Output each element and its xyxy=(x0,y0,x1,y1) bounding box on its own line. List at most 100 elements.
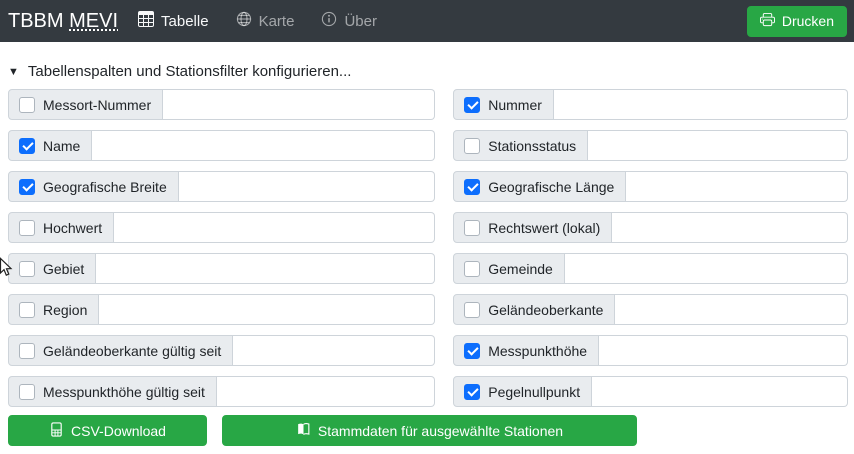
filter-addon-gelaendeoberkante-gueltig-seit[interactable]: Geländeoberkante gültig seit xyxy=(8,335,233,366)
config-section-toggle[interactable]: ▼ Tabellenspalten und Stationsfilter kon… xyxy=(8,63,351,80)
filter-addon-messort-nummer[interactable]: Messort-Nummer xyxy=(8,89,163,120)
filter-label-pegelnullpunkt: Pegelnullpunkt xyxy=(488,384,580,400)
filter-group-gelaendeoberkante: Geländeoberkante xyxy=(453,294,848,325)
filter-addon-gemeinde[interactable]: Gemeinde xyxy=(453,253,565,284)
filter-input-name[interactable] xyxy=(92,130,435,161)
filter-addon-nummer[interactable]: Nummer xyxy=(453,89,554,120)
filter-input-rechtswert-lokal[interactable] xyxy=(612,212,848,243)
filter-label-messpunkthoehe-gueltig-seit: Messpunkthöhe gültig seit xyxy=(43,384,205,400)
filter-group-gelaendeoberkante-gueltig-seit: Geländeoberkante gültig seit xyxy=(8,335,435,366)
checkbox-pegelnullpunkt[interactable] xyxy=(464,384,480,400)
filter-label-name: Name xyxy=(43,138,80,154)
checkbox-stationsstatus[interactable] xyxy=(464,138,480,154)
filter-group-rechtswert-lokal: Rechtswert (lokal) xyxy=(453,212,848,243)
checkbox-region[interactable] xyxy=(19,302,35,318)
filter-addon-geografische-breite[interactable]: Geografische Breite xyxy=(8,171,179,202)
checkbox-gelaendeoberkante[interactable] xyxy=(464,302,480,318)
filter-group-messort-nummer: Messort-Nummer xyxy=(8,89,435,120)
filter-input-region[interactable] xyxy=(99,294,435,325)
filter-group-pegelnullpunkt: Pegelnullpunkt xyxy=(453,376,848,407)
checkbox-rechtswert-lokal[interactable] xyxy=(464,220,480,236)
filter-label-stationsstatus: Stationsstatus xyxy=(488,138,576,154)
filter-input-pegelnullpunkt[interactable] xyxy=(592,376,848,407)
file-spreadsheet-icon xyxy=(49,422,64,440)
tab-ueber[interactable]: Über xyxy=(321,11,377,31)
filter-input-gelaendeoberkante-gueltig-seit[interactable] xyxy=(233,335,435,366)
checkbox-geografische-laenge[interactable] xyxy=(464,179,480,195)
filter-addon-pegelnullpunkt[interactable]: Pegelnullpunkt xyxy=(453,376,592,407)
print-button[interactable]: Drucken xyxy=(747,6,847,37)
checkbox-messpunkthoehe-gueltig-seit[interactable] xyxy=(19,384,35,400)
tab-ueber-label: Über xyxy=(344,13,377,30)
tab-karte[interactable]: Karte xyxy=(236,11,295,31)
checkbox-gemeinde[interactable] xyxy=(464,261,480,277)
filter-group-messpunkthoehe-gueltig-seit: Messpunkthöhe gültig seit xyxy=(8,376,435,407)
checkbox-hochwert[interactable] xyxy=(19,220,35,236)
checkbox-messpunkthoehe[interactable] xyxy=(464,343,480,359)
printer-icon xyxy=(760,12,775,30)
brand-prefix: TBBM xyxy=(8,10,64,32)
filter-label-messpunkthoehe: Messpunkthöhe xyxy=(488,343,587,359)
info-icon xyxy=(321,11,337,31)
filter-addon-gelaendeoberkante[interactable]: Geländeoberkante xyxy=(453,294,615,325)
filter-label-region: Region xyxy=(43,302,87,318)
filter-addon-messpunkthoehe-gueltig-seit[interactable]: Messpunkthöhe gültig seit xyxy=(8,376,217,407)
app-brand: TBBM MEVI xyxy=(8,10,118,33)
filter-addon-name[interactable]: Name xyxy=(8,130,92,161)
filter-input-geografische-breite[interactable] xyxy=(179,171,436,202)
filter-addon-geografische-laenge[interactable]: Geografische Länge xyxy=(453,171,626,202)
filter-addon-messpunkthoehe[interactable]: Messpunkthöhe xyxy=(453,335,599,366)
filter-label-gelaendeoberkante-gueltig-seit: Geländeoberkante gültig seit xyxy=(43,343,221,359)
tab-tabelle[interactable]: Tabelle xyxy=(138,11,209,31)
filter-label-geografische-laenge: Geografische Länge xyxy=(488,179,614,195)
filter-addon-hochwert[interactable]: Hochwert xyxy=(8,212,114,243)
csv-download-button[interactable]: CSV-Download xyxy=(8,415,207,446)
filter-group-region: Region xyxy=(8,294,435,325)
filter-input-gemeinde[interactable] xyxy=(565,253,848,284)
checkbox-gebiet[interactable] xyxy=(19,261,35,277)
filters-grid: Messort-Nummer Nummer Name Stationsstatu… xyxy=(8,89,848,407)
filter-label-rechtswert-lokal: Rechtswert (lokal) xyxy=(488,220,600,236)
filter-label-gemeinde: Gemeinde xyxy=(488,261,553,277)
filter-addon-region[interactable]: Region xyxy=(8,294,99,325)
checkbox-nummer[interactable] xyxy=(464,97,480,113)
filter-group-geografische-breite: Geografische Breite xyxy=(8,171,435,202)
filter-label-messort-nummer: Messort-Nummer xyxy=(43,97,151,113)
filter-input-nummer[interactable] xyxy=(554,89,848,120)
actions-bar: CSV-Download Stammdaten für ausgewählte … xyxy=(8,415,854,446)
filter-group-stationsstatus: Stationsstatus xyxy=(453,130,848,161)
table-icon xyxy=(138,11,154,31)
chevron-down-icon: ▼ xyxy=(8,66,19,78)
filter-input-messpunkthoehe[interactable] xyxy=(599,335,848,366)
filter-group-name: Name xyxy=(8,130,435,161)
filter-group-geografische-laenge: Geografische Länge xyxy=(453,171,848,202)
filter-addon-rechtswert-lokal[interactable]: Rechtswert (lokal) xyxy=(453,212,612,243)
globe-icon xyxy=(236,11,252,31)
checkbox-messort-nummer[interactable] xyxy=(19,97,35,113)
filter-input-gelaendeoberkante[interactable] xyxy=(615,294,848,325)
filter-input-hochwert[interactable] xyxy=(114,212,435,243)
checkbox-geografische-breite[interactable] xyxy=(19,179,35,195)
filter-label-gelaendeoberkante: Geländeoberkante xyxy=(488,302,603,318)
filter-addon-stationsstatus[interactable]: Stationsstatus xyxy=(453,130,588,161)
filter-input-gebiet[interactable] xyxy=(96,253,435,284)
filter-group-messpunkthoehe: Messpunkthöhe xyxy=(453,335,848,366)
filter-group-hochwert: Hochwert xyxy=(8,212,435,243)
filter-addon-gebiet[interactable]: Gebiet xyxy=(8,253,96,284)
filter-input-messort-nummer[interactable] xyxy=(163,89,435,120)
filter-input-geografische-laenge[interactable] xyxy=(626,171,848,202)
filter-input-stationsstatus[interactable] xyxy=(588,130,848,161)
navbar: TBBM MEVI Tabelle Karte Über Drucken xyxy=(0,0,854,42)
print-button-label: Drucken xyxy=(782,13,834,29)
tab-karte-label: Karte xyxy=(259,13,295,30)
checkbox-gelaendeoberkante-gueltig-seit[interactable] xyxy=(19,343,35,359)
filter-group-nummer: Nummer xyxy=(453,89,848,120)
filter-group-gebiet: Gebiet xyxy=(8,253,435,284)
csv-download-label: CSV-Download xyxy=(71,423,166,439)
filter-label-hochwert: Hochwert xyxy=(43,220,102,236)
checkbox-name[interactable] xyxy=(19,138,35,154)
filter-input-messpunkthoehe-gueltig-seit[interactable] xyxy=(217,376,435,407)
book-icon xyxy=(296,422,311,440)
filter-label-gebiet: Gebiet xyxy=(43,261,84,277)
stammdaten-button[interactable]: Stammdaten für ausgewählte Stationen xyxy=(222,415,637,446)
